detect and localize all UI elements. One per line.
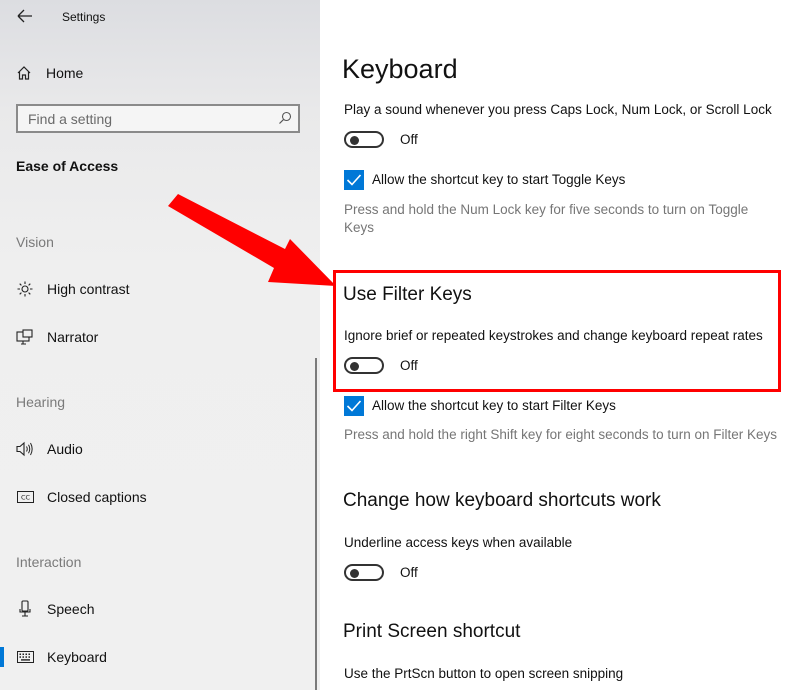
toggle-keys-shortcut-label: Allow the shortcut key to start Toggle K… [372, 172, 626, 187]
search-input[interactable] [18, 106, 278, 131]
sidebar-item-label: Speech [47, 601, 95, 617]
svg-text:CC: CC [20, 494, 30, 502]
speaker-icon [16, 440, 34, 458]
underline-access-keys-toggle[interactable] [344, 564, 384, 581]
keyboard-shortcuts-heading: Change how keyboard shortcuts work [343, 490, 661, 511]
sun-icon [16, 280, 34, 298]
filter-keys-label: Ignore brief or repeated keystrokes and … [344, 328, 763, 343]
search-icon[interactable] [278, 111, 292, 125]
sidebar-item-audio[interactable]: Audio [0, 434, 310, 464]
toggle-keys-shortcut-description: Press and hold the Num Lock key for five… [344, 202, 749, 235]
back-arrow-icon [17, 9, 32, 23]
sidebar-item-speech[interactable]: Speech [0, 594, 310, 624]
sidebar-item-label: High contrast [47, 281, 130, 297]
sidebar-item-home[interactable]: Home [16, 62, 83, 84]
toggle-knob [350, 135, 359, 145]
toggle-knob [350, 361, 359, 371]
sidebar-item-high-contrast[interactable]: High contrast [0, 274, 310, 304]
main-content: Keyboard Play a sound whenever you press… [320, 0, 791, 690]
back-button[interactable] [14, 6, 36, 26]
sidebar-scrollbar[interactable] [315, 358, 317, 690]
sidebar-item-closed-captions[interactable]: CC Closed captions [0, 482, 310, 512]
group-label-vision: Vision [16, 234, 54, 250]
group-label-interaction: Interaction [16, 554, 82, 570]
home-icon [17, 66, 31, 80]
sidebar: Settings Home Ease of Access Vision High… [0, 0, 320, 690]
home-label: Home [46, 65, 84, 81]
keyboard-icon [16, 648, 34, 666]
search-box[interactable] [16, 104, 300, 133]
title-bar: Settings [0, 0, 320, 34]
sidebar-item-label: Audio [47, 441, 83, 457]
narrator-icon [16, 328, 34, 346]
checkmark-icon [346, 400, 362, 412]
sidebar-item-label: Keyboard [47, 649, 107, 665]
toggle-state-label: Off [400, 358, 418, 373]
toggle-state-label: Off [400, 565, 418, 580]
closed-captions-icon: CC [16, 488, 34, 506]
group-label-hearing: Hearing [16, 394, 66, 410]
sidebar-item-label: Closed captions [47, 489, 147, 505]
toggle-knob [350, 568, 359, 578]
underline-access-keys-label: Underline access keys when available [344, 535, 573, 550]
sidebar-item-label: Narrator [47, 329, 99, 345]
app-title: Settings [62, 10, 106, 24]
caps-lock-sound-toggle[interactable] [344, 131, 384, 148]
filter-keys-shortcut-description: Press and hold the right Shift key for e… [344, 427, 777, 442]
filter-keys-shortcut-checkbox[interactable] [344, 396, 364, 416]
selected-indicator [0, 647, 4, 667]
filter-keys-heading: Use Filter Keys [343, 284, 472, 305]
caps-lock-sound-label: Play a sound whenever you press Caps Loc… [344, 102, 772, 117]
toggle-keys-shortcut-checkbox[interactable] [344, 170, 364, 190]
checkmark-icon [346, 174, 362, 186]
filter-keys-shortcut-label: Allow the shortcut key to start Filter K… [372, 398, 616, 413]
toggle-state-label: Off [400, 132, 418, 147]
page-title: Keyboard [342, 54, 458, 84]
sidebar-item-narrator[interactable]: Narrator [0, 322, 310, 352]
sidebar-item-keyboard[interactable]: Keyboard [0, 642, 310, 672]
print-screen-label: Use the PrtScn button to open screen sni… [344, 666, 624, 681]
section-title: Ease of Access [16, 158, 119, 174]
microphone-icon [16, 600, 34, 618]
print-screen-heading: Print Screen shortcut [343, 621, 521, 642]
filter-keys-toggle[interactable] [344, 357, 384, 374]
